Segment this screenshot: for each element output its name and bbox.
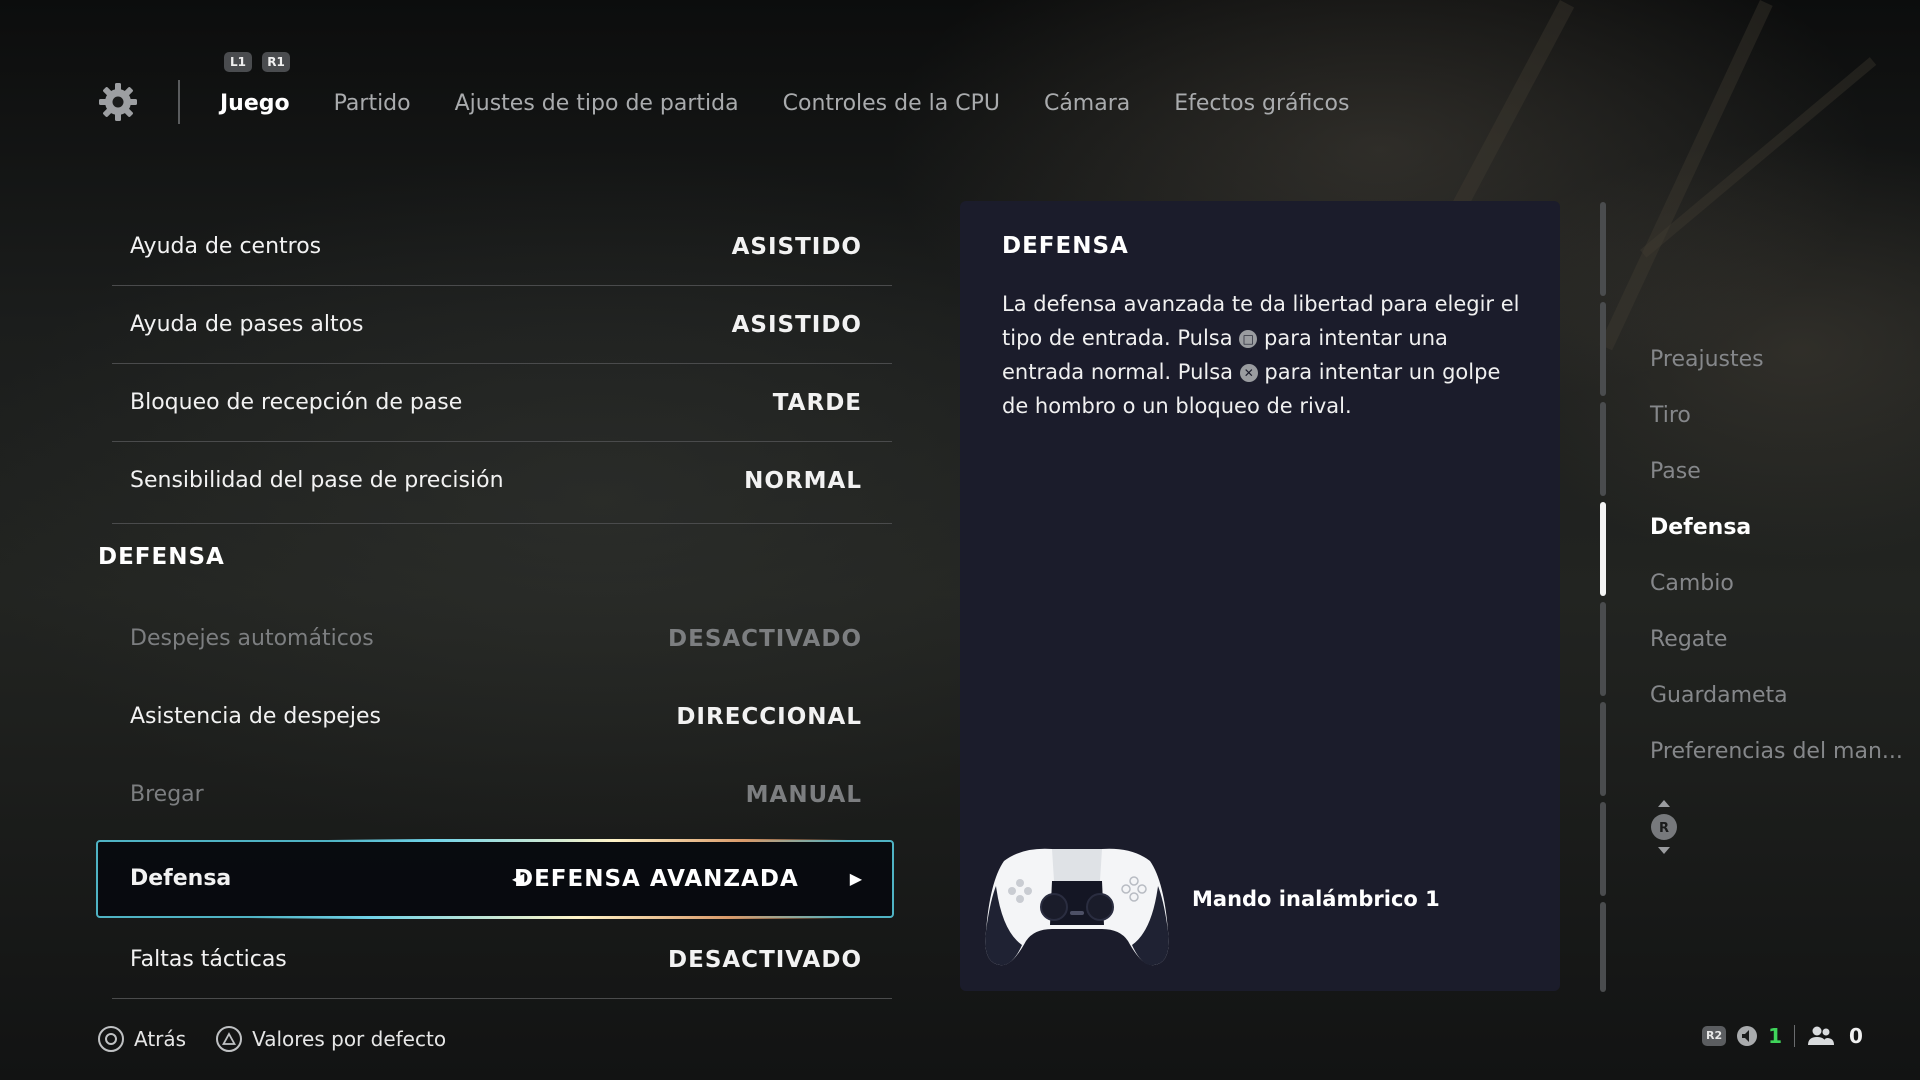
scrollbar-segment[interactable]	[1600, 802, 1606, 896]
setting-label: Defensa	[130, 866, 232, 891]
rstick-label: R	[1659, 821, 1669, 836]
setting-value: TARDE	[772, 390, 862, 416]
scrollbar-segment[interactable]	[1600, 602, 1606, 696]
setting-row-sensibilidad-pase-precision[interactable]: Sensibilidad del pase de precisión NORMA…	[112, 442, 892, 524]
circle-button-icon[interactable]	[98, 1026, 124, 1052]
selection-glow	[248, 916, 848, 919]
square-button-icon: □	[1239, 330, 1258, 348]
category-regate[interactable]: Regate	[1650, 620, 1903, 676]
scrollbar-segment[interactable]	[1600, 902, 1606, 992]
category-nav: Preajustes Tiro Pase Defensa Cambio Rega…	[1650, 340, 1903, 788]
setting-row-bloqueo-recepcion[interactable]: Bloqueo de recepción de pase TARDE	[112, 364, 892, 442]
setting-value: NORMAL	[744, 468, 862, 494]
right-stick-scroll-icon: R	[1651, 800, 1677, 854]
setting-row-ayuda-centros[interactable]: Ayuda de centros ASISTIDO	[112, 208, 892, 286]
setting-label: Ayuda de pases altos	[130, 312, 364, 337]
users-icon	[1808, 1026, 1835, 1045]
tab-partido[interactable]: Partido	[334, 84, 411, 124]
setting-value: DESACTIVADO	[668, 626, 862, 652]
tab-controles-cpu[interactable]: Controles de la CPU	[783, 84, 1000, 124]
defaults-label[interactable]: Valores por defecto	[252, 1027, 446, 1051]
controller-name: Mando inalámbrico 1	[1192, 887, 1440, 911]
setting-row-asistencia-despejes[interactable]: Asistencia de despejes DIRECCIONAL	[112, 678, 892, 756]
setting-value: MANUAL	[745, 782, 862, 808]
setting-value: ASISTIDO	[731, 312, 862, 338]
background-beam	[1640, 57, 1877, 258]
setting-value: DESACTIVADO	[668, 947, 862, 973]
settings-list-bottom: Faltas tácticas DESACTIVADO	[112, 921, 892, 999]
setting-label: Faltas tácticas	[130, 947, 287, 972]
section-title-defensa: DEFENSA	[98, 544, 225, 570]
settings-list: Ayuda de centros ASISTIDO Ayuda de pases…	[112, 208, 892, 524]
setting-value: DIRECCIONAL	[676, 704, 862, 730]
category-guardameta[interactable]: Guardameta	[1650, 676, 1903, 732]
setting-row-ayuda-pases-altos[interactable]: Ayuda de pases altos ASISTIDO	[112, 286, 892, 364]
settings-list-defense: Despejes automáticos DESACTIVADO Asisten…	[112, 600, 892, 834]
r2-button-icon: R2	[1702, 1026, 1727, 1046]
tab-camara[interactable]: Cámara	[1044, 84, 1130, 124]
back-label[interactable]: Atrás	[134, 1027, 186, 1051]
category-preajustes[interactable]: Preajustes	[1650, 340, 1903, 396]
info-panel-description: La defensa avanzada te da libertad para …	[1002, 287, 1527, 423]
setting-label: Despejes automáticos	[130, 626, 374, 651]
l1-button-hint: L1	[224, 52, 252, 72]
setting-label: Bloqueo de recepción de pase	[130, 390, 463, 415]
footer-hints: Atrás Valores por defecto	[98, 1026, 476, 1052]
speaker-icon	[1737, 1026, 1758, 1046]
setting-row-faltas-tacticas[interactable]: Faltas tácticas DESACTIVADO	[112, 921, 892, 999]
dualsense-controller-icon	[985, 848, 1169, 966]
nav-divider	[178, 80, 180, 124]
setting-row-defensa-selected[interactable]: Defensa ◀ DEFENSA AVANZADA ▶	[96, 839, 894, 919]
cross-button-icon: ✕	[1239, 364, 1258, 382]
category-cambio[interactable]: Cambio	[1650, 564, 1903, 620]
tab-juego[interactable]: Juego	[220, 84, 290, 124]
setting-label: Asistencia de despejes	[130, 704, 381, 729]
category-defensa[interactable]: Defensa	[1650, 508, 1903, 564]
background-beam	[1599, 0, 1773, 351]
setting-value: ASISTIDO	[731, 234, 862, 260]
status-area: R2 1 0	[1702, 1024, 1863, 1048]
info-panel-title: DEFENSA	[1002, 233, 1129, 259]
settings-gear-icon[interactable]	[96, 80, 140, 124]
r1-button-hint: R1	[262, 52, 290, 72]
count-two: 0	[1849, 1024, 1863, 1048]
scrollbar-segment[interactable]	[1600, 202, 1606, 296]
category-pase[interactable]: Pase	[1650, 452, 1903, 508]
scrollbar-segment[interactable]	[1600, 402, 1606, 496]
scrollbar-segment[interactable]	[1600, 702, 1606, 796]
setting-row-bregar[interactable]: Bregar MANUAL	[112, 756, 892, 834]
category-tiro[interactable]: Tiro	[1650, 396, 1903, 452]
setting-label: Bregar	[130, 782, 204, 807]
tab-ajustes-tipo-partida[interactable]: Ajustes de tipo de partida	[455, 84, 739, 124]
setting-value: DEFENSA AVANZADA	[514, 866, 799, 892]
tab-efectos-graficos[interactable]: Efectos gráficos	[1174, 84, 1349, 124]
top-tabs: Juego Partido Ajustes de tipo de partida…	[220, 84, 1393, 124]
count-one: 1	[1768, 1024, 1783, 1048]
setting-label: Sensibilidad del pase de precisión	[130, 468, 504, 493]
setting-row-despejes-automaticos[interactable]: Despejes automáticos DESACTIVADO	[112, 600, 892, 678]
category-preferencias-mando[interactable]: Preferencias del man...	[1650, 732, 1903, 788]
triangle-button-icon[interactable]	[216, 1026, 243, 1052]
scrollbar-thumb[interactable]	[1600, 502, 1606, 596]
setting-label: Ayuda de centros	[130, 234, 322, 259]
arrow-right-icon[interactable]: ▶	[850, 842, 862, 916]
status-divider	[1794, 1025, 1796, 1047]
info-panel: DEFENSA La defensa avanzada te da libert…	[960, 201, 1560, 991]
scrollbar-segment[interactable]	[1600, 302, 1606, 396]
